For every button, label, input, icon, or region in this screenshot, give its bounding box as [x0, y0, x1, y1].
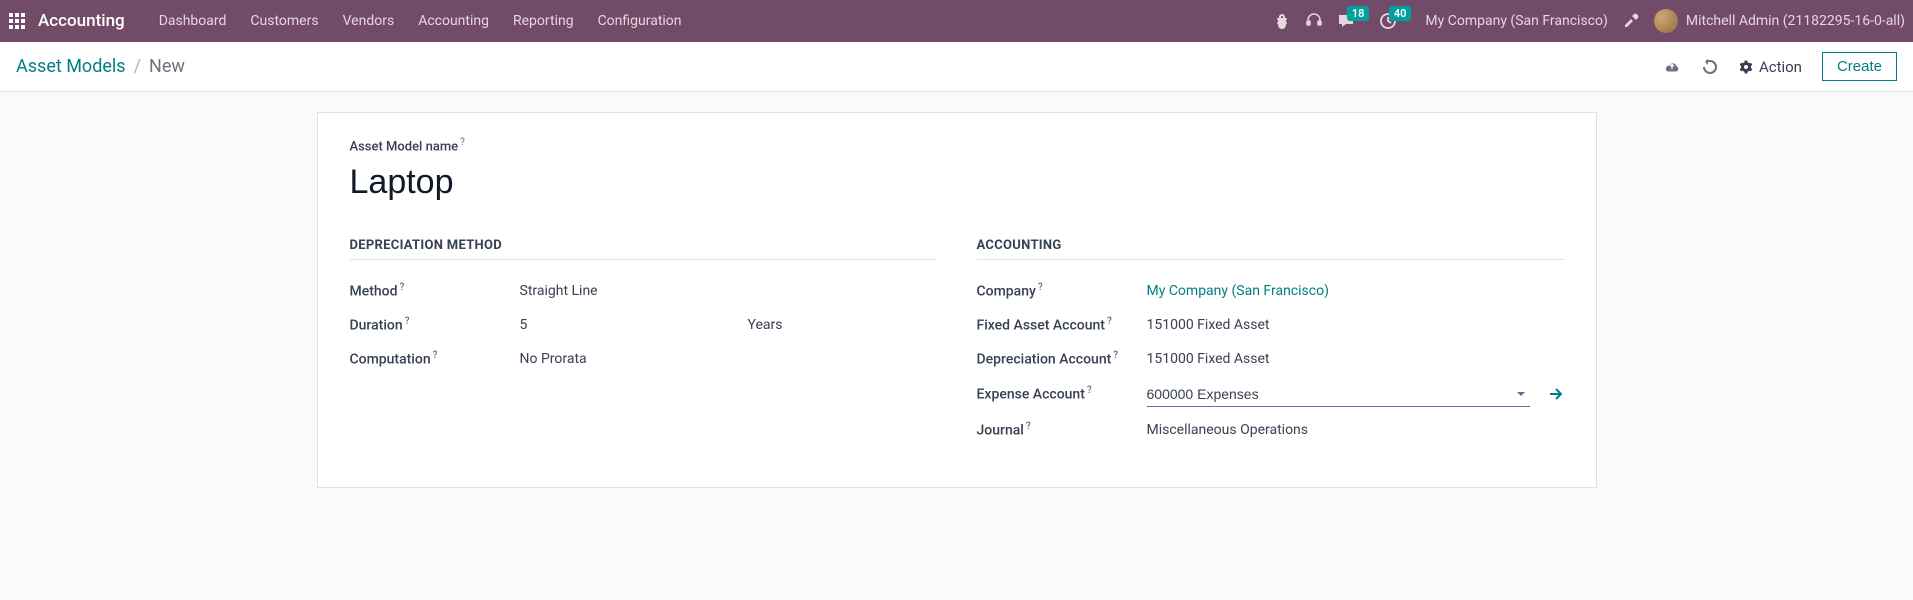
label-duration: Duration?	[350, 316, 520, 334]
row-duration: Duration? 5 Years	[350, 308, 937, 342]
activities-badge: 40	[1389, 6, 1412, 21]
gear-icon	[1739, 60, 1753, 74]
label-fixed-asset: Fixed Asset Account?	[977, 316, 1147, 334]
help-icon[interactable]: ?	[460, 137, 465, 148]
nav-accounting[interactable]: Accounting	[406, 0, 501, 42]
row-fixed-asset: Fixed Asset Account? 151000 Fixed Asset	[977, 308, 1564, 342]
breadcrumb-sep: /	[134, 56, 141, 77]
nav-vendors[interactable]: Vendors	[331, 0, 407, 42]
help-icon[interactable]: ?	[1087, 385, 1092, 396]
help-icon[interactable]: ?	[1038, 282, 1043, 293]
avatar	[1654, 9, 1678, 33]
action-label: Action	[1759, 58, 1802, 76]
activities-button[interactable]: 40	[1379, 12, 1397, 30]
breadcrumb-current: New	[149, 56, 185, 77]
value-company[interactable]: My Company (San Francisco)	[1147, 283, 1564, 299]
value-duration[interactable]: 5 Years	[520, 317, 937, 333]
help-icon[interactable]: ?	[1107, 316, 1112, 327]
nav-configuration[interactable]: Configuration	[586, 0, 694, 42]
nav-reporting[interactable]: Reporting	[501, 0, 586, 42]
form-columns: DEPRECIATION METHOD Method? Straight Lin…	[350, 238, 1564, 447]
value-journal[interactable]: Miscellaneous Operations	[1147, 422, 1564, 438]
row-depr-account: Depreciation Account? 151000 Fixed Asset	[977, 342, 1564, 376]
help-icon[interactable]: ?	[400, 282, 405, 293]
user-name: Mitchell Admin (21182295-16-0-all)	[1686, 13, 1905, 29]
label-depr-account: Depreciation Account?	[977, 350, 1147, 368]
cloud-save-icon[interactable]	[1663, 58, 1681, 76]
row-computation: Computation? No Prorata	[350, 342, 937, 376]
label-journal: Journal?	[977, 421, 1147, 439]
support-icon[interactable]	[1305, 12, 1323, 30]
title-label: Asset Model name	[350, 140, 459, 155]
help-icon[interactable]: ?	[1113, 350, 1118, 361]
expense-input[interactable]	[1147, 382, 1530, 407]
duration-number[interactable]: 5	[520, 317, 740, 333]
label-expense: Expense Account?	[977, 385, 1147, 403]
main-navbar: Accounting Dashboard Customers Vendors A…	[0, 0, 1913, 42]
form-sheet: Asset Model name? DEPRECIATION METHOD Me…	[317, 112, 1597, 488]
row-expense: Expense Account?	[977, 376, 1564, 413]
tools-icon[interactable]	[1622, 12, 1640, 30]
help-icon[interactable]: ?	[433, 350, 438, 361]
debug-icon[interactable]	[1273, 12, 1291, 30]
breadcrumb-parent[interactable]: Asset Models	[16, 56, 126, 77]
external-link-icon[interactable]	[1548, 386, 1564, 402]
title-label-row: Asset Model name?	[350, 137, 1564, 155]
company-selector[interactable]: My Company (San Francisco)	[1425, 13, 1607, 29]
discard-icon[interactable]	[1701, 58, 1719, 76]
row-method: Method? Straight Line	[350, 274, 937, 308]
col-depreciation: DEPRECIATION METHOD Method? Straight Lin…	[350, 238, 937, 447]
row-company: Company? My Company (San Francisco)	[977, 274, 1564, 308]
help-icon[interactable]: ?	[1026, 421, 1031, 432]
messages-badge: 18	[1347, 6, 1370, 21]
user-menu[interactable]: Mitchell Admin (21182295-16-0-all)	[1654, 9, 1905, 33]
duration-unit[interactable]: Years	[748, 317, 783, 333]
row-journal: Journal? Miscellaneous Operations	[977, 413, 1564, 447]
nav-dashboard[interactable]: Dashboard	[147, 0, 239, 42]
messages-button[interactable]: 18	[1337, 12, 1355, 30]
label-company: Company?	[977, 282, 1147, 300]
form-background: Asset Model name? DEPRECIATION METHOD Me…	[0, 92, 1913, 508]
value-expense	[1147, 382, 1564, 407]
value-method[interactable]: Straight Line	[520, 283, 937, 299]
help-icon[interactable]: ?	[405, 316, 410, 327]
breadcrumb: Asset Models / New	[16, 56, 185, 77]
control-panel-right: Action Create	[1663, 52, 1897, 81]
title-section: Asset Model name?	[350, 137, 1564, 206]
navbar-right: 18 40 My Company (San Francisco) Mitchel…	[1273, 9, 1905, 33]
depreciation-group-title: DEPRECIATION METHOD	[350, 238, 937, 260]
value-fixed-asset[interactable]: 151000 Fixed Asset	[1147, 317, 1564, 333]
nav-customers[interactable]: Customers	[238, 0, 330, 42]
accounting-group-title: ACCOUNTING	[977, 238, 1564, 260]
label-method: Method?	[350, 282, 520, 300]
value-computation[interactable]: No Prorata	[520, 351, 937, 367]
col-accounting: ACCOUNTING Company? My Company (San Fran…	[977, 238, 1564, 447]
navbar-left: Accounting Dashboard Customers Vendors A…	[8, 0, 694, 42]
apps-icon[interactable]	[8, 12, 26, 30]
asset-name-input[interactable]	[350, 159, 1564, 206]
value-depr-account[interactable]: 151000 Fixed Asset	[1147, 351, 1564, 367]
nav-menu: Dashboard Customers Vendors Accounting R…	[147, 0, 694, 42]
expense-m2o[interactable]	[1147, 382, 1530, 407]
create-button[interactable]: Create	[1822, 52, 1897, 81]
label-computation: Computation?	[350, 350, 520, 368]
control-panel: Asset Models / New Action Create	[0, 42, 1913, 92]
action-button[interactable]: Action	[1739, 58, 1802, 76]
app-brand[interactable]: Accounting	[38, 11, 125, 31]
